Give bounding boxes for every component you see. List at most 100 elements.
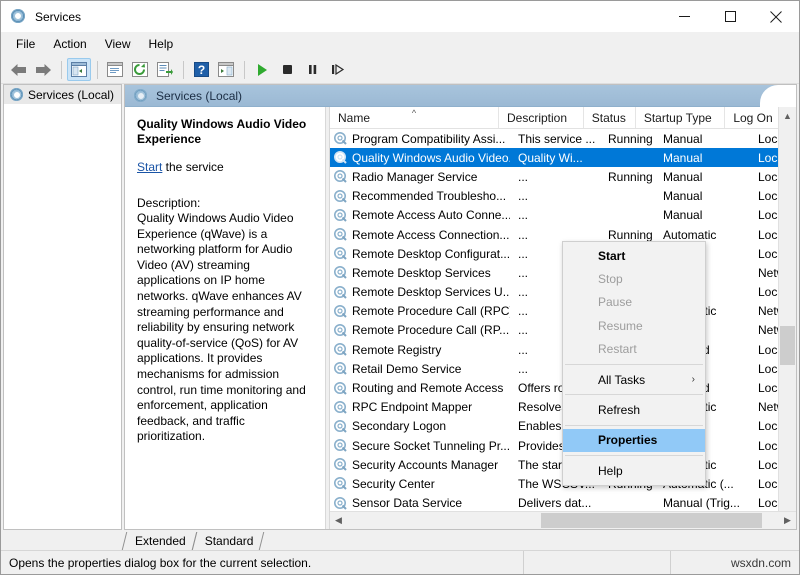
service-gear-icon xyxy=(334,132,347,145)
services-gear-icon xyxy=(10,88,23,101)
menu-bar: File Action View Help xyxy=(1,32,799,56)
table-row[interactable]: Radio Manager Service...RunningManualLoc… xyxy=(330,167,796,186)
description-label: Description: xyxy=(137,195,313,211)
cell-description: ... xyxy=(510,208,600,222)
service-gear-icon xyxy=(334,305,347,318)
scroll-left-button[interactable]: ◀ xyxy=(330,512,347,529)
restart-service-button[interactable] xyxy=(325,58,349,81)
table-row[interactable]: Recommended Troublesho......ManualLocal … xyxy=(330,187,796,206)
column-header-description[interactable]: Description xyxy=(499,107,584,128)
tab-standard[interactable]: Standard xyxy=(199,532,262,550)
vertical-scroll-track[interactable] xyxy=(779,124,796,512)
cell-status: Running xyxy=(600,170,655,184)
cell-name: Routing and Remote Access xyxy=(330,381,510,395)
menu-view[interactable]: View xyxy=(96,34,140,54)
column-header-name[interactable]: Name ^ xyxy=(330,107,499,128)
properties-button[interactable] xyxy=(103,58,127,81)
service-gear-icon xyxy=(334,247,347,260)
stop-service-button[interactable] xyxy=(275,58,299,81)
result-pane: Services (Local) Quality Windows Audio V… xyxy=(124,84,797,530)
list-header-row: Name ^ Description Status Startup Type xyxy=(330,107,796,129)
column-header-label: Startup Type xyxy=(644,111,712,125)
column-header-label: Status xyxy=(592,111,626,125)
ctx-properties[interactable]: Properties xyxy=(563,429,705,452)
services-window: Services File Action View Help xyxy=(0,0,800,575)
export-list-button[interactable] xyxy=(153,58,177,81)
cell-name: Sensor Data Service xyxy=(330,496,510,510)
show-action-pane-button[interactable] xyxy=(214,58,238,81)
cell-name-label: Quality Windows Audio Video... xyxy=(352,151,510,165)
vertical-scroll-thumb[interactable] xyxy=(780,326,795,365)
tab-label: Extended xyxy=(135,534,186,548)
scroll-up-button[interactable]: ▲ xyxy=(779,107,796,124)
list-horizontal-scrollbar[interactable]: ◀ ▶ xyxy=(330,511,796,529)
window-controls xyxy=(661,1,799,32)
service-gear-icon xyxy=(334,458,347,471)
cell-description: This service ... xyxy=(510,132,600,146)
start-service-button[interactable] xyxy=(250,58,274,81)
cell-name: RPC Endpoint Mapper xyxy=(330,400,510,414)
maximize-button[interactable] xyxy=(707,1,753,32)
service-gear-icon xyxy=(334,382,347,395)
ctx-refresh[interactable]: Refresh xyxy=(563,398,705,421)
ctx-resume: Resume xyxy=(563,314,705,337)
list-vertical-scrollbar[interactable]: ▲ ▼ xyxy=(778,107,796,529)
ctx-help[interactable]: Help xyxy=(563,459,705,482)
scroll-right-button[interactable]: ▶ xyxy=(779,512,796,529)
ctx-restart: Restart xyxy=(563,338,705,361)
service-gear-icon xyxy=(334,151,347,164)
menu-action[interactable]: Action xyxy=(44,34,95,54)
tab-extended[interactable]: Extended xyxy=(129,532,194,550)
column-header-label: Description xyxy=(507,111,567,125)
column-header-label: Name xyxy=(338,111,370,125)
service-gear-icon xyxy=(334,324,347,337)
column-header-startup-type[interactable]: Startup Type xyxy=(636,107,725,128)
service-gear-icon xyxy=(334,170,347,183)
menu-file[interactable]: File xyxy=(7,34,44,54)
column-header-log-on[interactable]: Log On xyxy=(725,107,780,128)
show-hide-console-tree-button[interactable] xyxy=(67,58,91,81)
cell-name-label: Remote Access Auto Conne... xyxy=(352,208,510,222)
context-menu-item-label: Stop xyxy=(598,272,623,286)
table-row[interactable]: Remote Access Auto Conne......ManualLoca… xyxy=(330,206,796,225)
close-button[interactable] xyxy=(753,1,799,32)
services-gear-icon xyxy=(11,9,27,25)
context-menu-item-label: Help xyxy=(598,464,623,478)
cell-description: ... xyxy=(510,189,600,203)
start-service-link[interactable]: Start xyxy=(137,160,162,174)
tree-node-services-local[interactable]: Services (Local) xyxy=(4,85,121,104)
service-gear-icon xyxy=(334,477,347,490)
table-row[interactable]: Quality Windows Audio Video...Quality Wi… xyxy=(330,148,796,167)
pause-service-button[interactable] xyxy=(300,58,324,81)
menu-help[interactable]: Help xyxy=(140,34,183,54)
cell-startup-type: Automatic xyxy=(655,228,750,242)
refresh-button[interactable] xyxy=(128,58,152,81)
toolbar-separator xyxy=(97,61,98,79)
table-row[interactable]: Sensor Data ServiceDelivers dat...Manual… xyxy=(330,494,796,511)
back-button[interactable] xyxy=(6,58,30,81)
cell-name-label: Secure Socket Tunneling Pr... xyxy=(352,439,510,453)
horizontal-scroll-track[interactable] xyxy=(347,512,779,529)
forward-button[interactable] xyxy=(31,58,55,81)
horizontal-scroll-thumb[interactable] xyxy=(541,513,761,528)
toolbar: ? xyxy=(1,56,799,84)
submenu-chevron-right-icon: › xyxy=(692,374,695,385)
table-row[interactable]: Program Compatibility Assi...This servic… xyxy=(330,129,796,148)
help-button[interactable]: ? xyxy=(189,58,213,81)
cell-name: Security Accounts Manager xyxy=(330,458,510,472)
cell-name: Remote Desktop Services U... xyxy=(330,285,510,299)
service-gear-icon xyxy=(334,439,347,452)
service-gear-icon xyxy=(334,497,347,510)
cell-name: Secure Socket Tunneling Pr... xyxy=(330,439,510,453)
minimize-button[interactable] xyxy=(661,1,707,32)
ctx-start[interactable]: Start xyxy=(563,244,705,267)
services-gear-icon xyxy=(134,89,147,102)
title-bar: Services xyxy=(1,1,799,32)
cell-name: Remote Desktop Configurat... xyxy=(330,247,510,261)
context-menu-separator xyxy=(565,455,703,456)
context-menu-separator xyxy=(565,364,703,365)
tree-node-label: Services (Local) xyxy=(28,88,114,102)
ctx-all-tasks[interactable]: All Tasks› xyxy=(563,368,705,391)
cell-name-label: Recommended Troublesho... xyxy=(352,189,506,203)
column-header-status[interactable]: Status xyxy=(584,107,636,128)
